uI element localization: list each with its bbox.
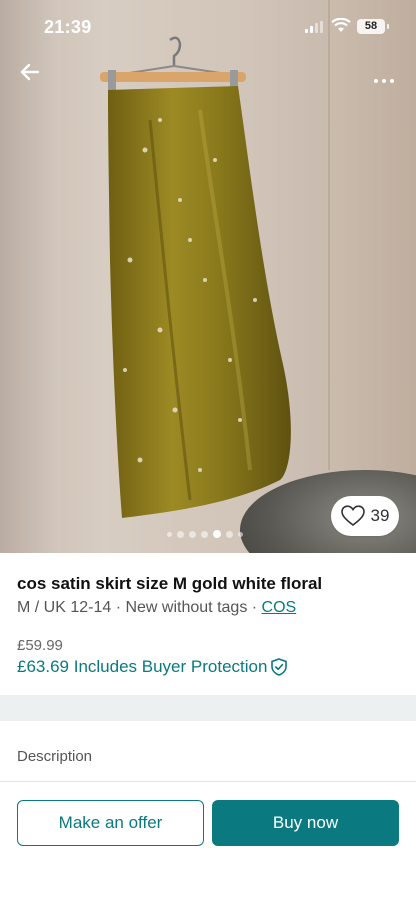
carousel-dot[interactable] (167, 531, 172, 537)
make-offer-button[interactable]: Make an offer (17, 800, 204, 846)
skirt-image (100, 36, 291, 518)
carousel-dot-active[interactable] (213, 530, 221, 538)
clock: 21:39 (44, 17, 92, 37)
shield-check-icon (271, 658, 288, 676)
brand-link[interactable]: COS (262, 599, 297, 616)
description-heading: Description (17, 748, 93, 765)
item-price: £59.99 (17, 637, 63, 654)
buy-now-button[interactable]: Buy now (212, 800, 399, 846)
section-separator (0, 695, 416, 721)
divider (0, 781, 416, 782)
carousel-indicator[interactable] (167, 530, 243, 538)
favourite-count: 39 (370, 506, 390, 525)
carousel-dot[interactable] (201, 530, 208, 538)
listing-title: cos satin skirt size M gold white floral (17, 574, 323, 593)
carousel-dot[interactable] (189, 530, 196, 538)
listing-meta: M / UK 12-14 · New without tags · COS (17, 599, 401, 617)
listing-info: cos satin skirt size M gold white floral… (17, 574, 401, 617)
favourite-button[interactable]: 39 (331, 496, 399, 536)
size-condition: M / UK 12-14 · New without tags · (17, 599, 262, 616)
back-arrow-icon[interactable] (18, 60, 44, 84)
carousel-dot[interactable] (226, 530, 233, 538)
total-price[interactable]: £63.69 Includes Buyer Protection (17, 657, 288, 677)
total-price-text: £63.69 Includes Buyer Protection (17, 657, 268, 676)
product-photo[interactable] (0, 0, 416, 553)
heart-icon (340, 505, 365, 527)
more-icon[interactable] (374, 70, 400, 83)
carousel-dot[interactable] (177, 530, 184, 538)
status-bar: 21:39 58 (0, 0, 416, 54)
signal-icon (305, 21, 323, 33)
carousel-dot[interactable] (238, 531, 243, 537)
battery-icon: 58 (357, 19, 389, 34)
wifi-icon (331, 18, 351, 32)
